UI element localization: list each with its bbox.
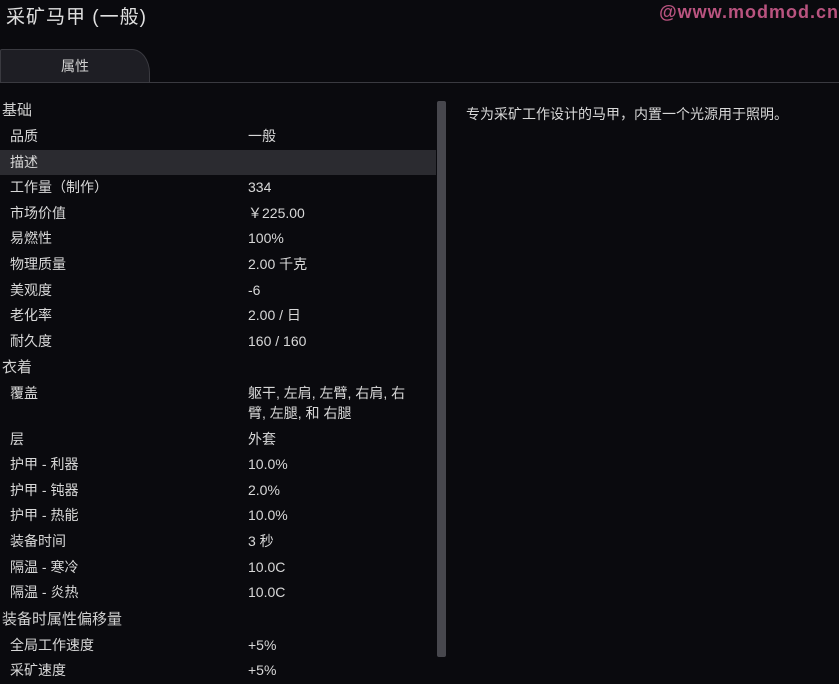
stat-row[interactable]: 全局工作速度 +5% xyxy=(0,633,436,659)
stat-row[interactable]: 易燃性 100% xyxy=(0,226,436,252)
stat-label: 市场价值 xyxy=(10,204,248,224)
stat-label: 装备时间 xyxy=(10,532,248,552)
stat-label: 隔温 - 寒冷 xyxy=(10,558,248,578)
stat-label: 采矿速度 xyxy=(10,661,248,681)
stat-value: 3 秒 xyxy=(248,532,436,552)
stats-pane: 基础 品质 一般 描述 工作量（制作） 334 市场价值 ￥225.00 易燃性… xyxy=(0,83,446,665)
stat-row[interactable]: 护甲 - 热能 10.0% xyxy=(0,503,436,529)
stat-value: 10.0% xyxy=(248,506,436,526)
stat-label: 覆盖 xyxy=(10,384,248,423)
stat-value: +5% xyxy=(248,661,436,681)
stat-value: 外套 xyxy=(248,430,436,450)
stat-value: 10.0C xyxy=(248,558,436,578)
stat-value: 躯干, 左肩, 左臂, 右肩, 右臂, 左腿, 和 右腿 xyxy=(248,384,436,423)
stat-label: 描述 xyxy=(10,153,248,173)
stat-value: -6 xyxy=(248,281,436,301)
scrollbar[interactable] xyxy=(437,101,446,657)
stat-label: 易燃性 xyxy=(10,229,248,249)
content-area: 基础 品质 一般 描述 工作量（制作） 334 市场价值 ￥225.00 易燃性… xyxy=(0,83,839,665)
stat-value: 2.0% xyxy=(248,481,436,501)
tab-stats[interactable]: 属性 xyxy=(0,49,150,82)
stat-value: +5% xyxy=(248,636,436,656)
watermark: @www.modmod.cn xyxy=(659,2,839,23)
stat-row[interactable]: 耐久度 160 / 160 xyxy=(0,329,436,355)
stat-label: 隔温 - 炎热 xyxy=(10,583,248,603)
stat-label: 品质 xyxy=(10,127,248,147)
stat-row[interactable]: 覆盖 躯干, 左肩, 左臂, 右肩, 右臂, 左腿, 和 右腿 xyxy=(0,381,436,426)
stat-value: 一般 xyxy=(248,127,436,147)
stat-row[interactable]: 采矿速度 +5% xyxy=(0,658,436,684)
stat-row[interactable]: 老化率 2.00 / 日 xyxy=(0,303,436,329)
stat-value: ￥225.00 xyxy=(248,204,436,224)
stat-value: 2.00 千克 xyxy=(248,255,436,275)
stat-row[interactable]: 护甲 - 钝器 2.0% xyxy=(0,478,436,504)
stat-row[interactable]: 层 外套 xyxy=(0,427,436,453)
stat-label: 耐久度 xyxy=(10,332,248,352)
stat-value: 100% xyxy=(248,229,436,249)
stat-label: 美观度 xyxy=(10,281,248,301)
stat-label: 老化率 xyxy=(10,306,248,326)
stat-label: 物理质量 xyxy=(10,255,248,275)
stat-row[interactable]: 隔温 - 寒冷 10.0C xyxy=(0,555,436,581)
stat-value: 160 / 160 xyxy=(248,332,436,352)
description-pane: 专为采矿工作设计的马甲，内置一个光源用于照明。 xyxy=(446,83,839,665)
stat-row[interactable]: 描述 xyxy=(0,150,436,176)
stat-row[interactable]: 美观度 -6 xyxy=(0,278,436,304)
stat-label: 护甲 - 钝器 xyxy=(10,481,248,501)
stat-value xyxy=(248,153,436,173)
stat-row[interactable]: 隔温 - 炎热 10.0C xyxy=(0,580,436,606)
section-header-offsets: 装备时属性偏移量 xyxy=(0,606,436,633)
stat-row[interactable]: 护甲 - 利器 10.0% xyxy=(0,452,436,478)
stat-label: 护甲 - 热能 xyxy=(10,506,248,526)
section-header-basic: 基础 xyxy=(0,97,436,124)
stat-label: 护甲 - 利器 xyxy=(10,455,248,475)
stat-row[interactable]: 工作量（制作） 334 xyxy=(0,175,436,201)
stat-value: 2.00 / 日 xyxy=(248,306,436,326)
description-text: 专为采矿工作设计的马甲，内置一个光源用于照明。 xyxy=(466,105,827,125)
stat-value: 334 xyxy=(248,178,436,198)
stat-label: 工作量（制作） xyxy=(10,178,248,198)
stat-row[interactable]: 品质 一般 xyxy=(0,124,436,150)
stat-value: 10.0% xyxy=(248,455,436,475)
stat-value: 10.0C xyxy=(248,583,436,603)
section-header-apparel: 衣着 xyxy=(0,354,436,381)
stat-row[interactable]: 市场价值 ￥225.00 xyxy=(0,201,436,227)
tab-row: 属性 xyxy=(0,49,839,83)
stat-label: 全局工作速度 xyxy=(10,636,248,656)
stat-row[interactable]: 装备时间 3 秒 xyxy=(0,529,436,555)
stat-row[interactable]: 物理质量 2.00 千克 xyxy=(0,252,436,278)
stat-label: 层 xyxy=(10,430,248,450)
